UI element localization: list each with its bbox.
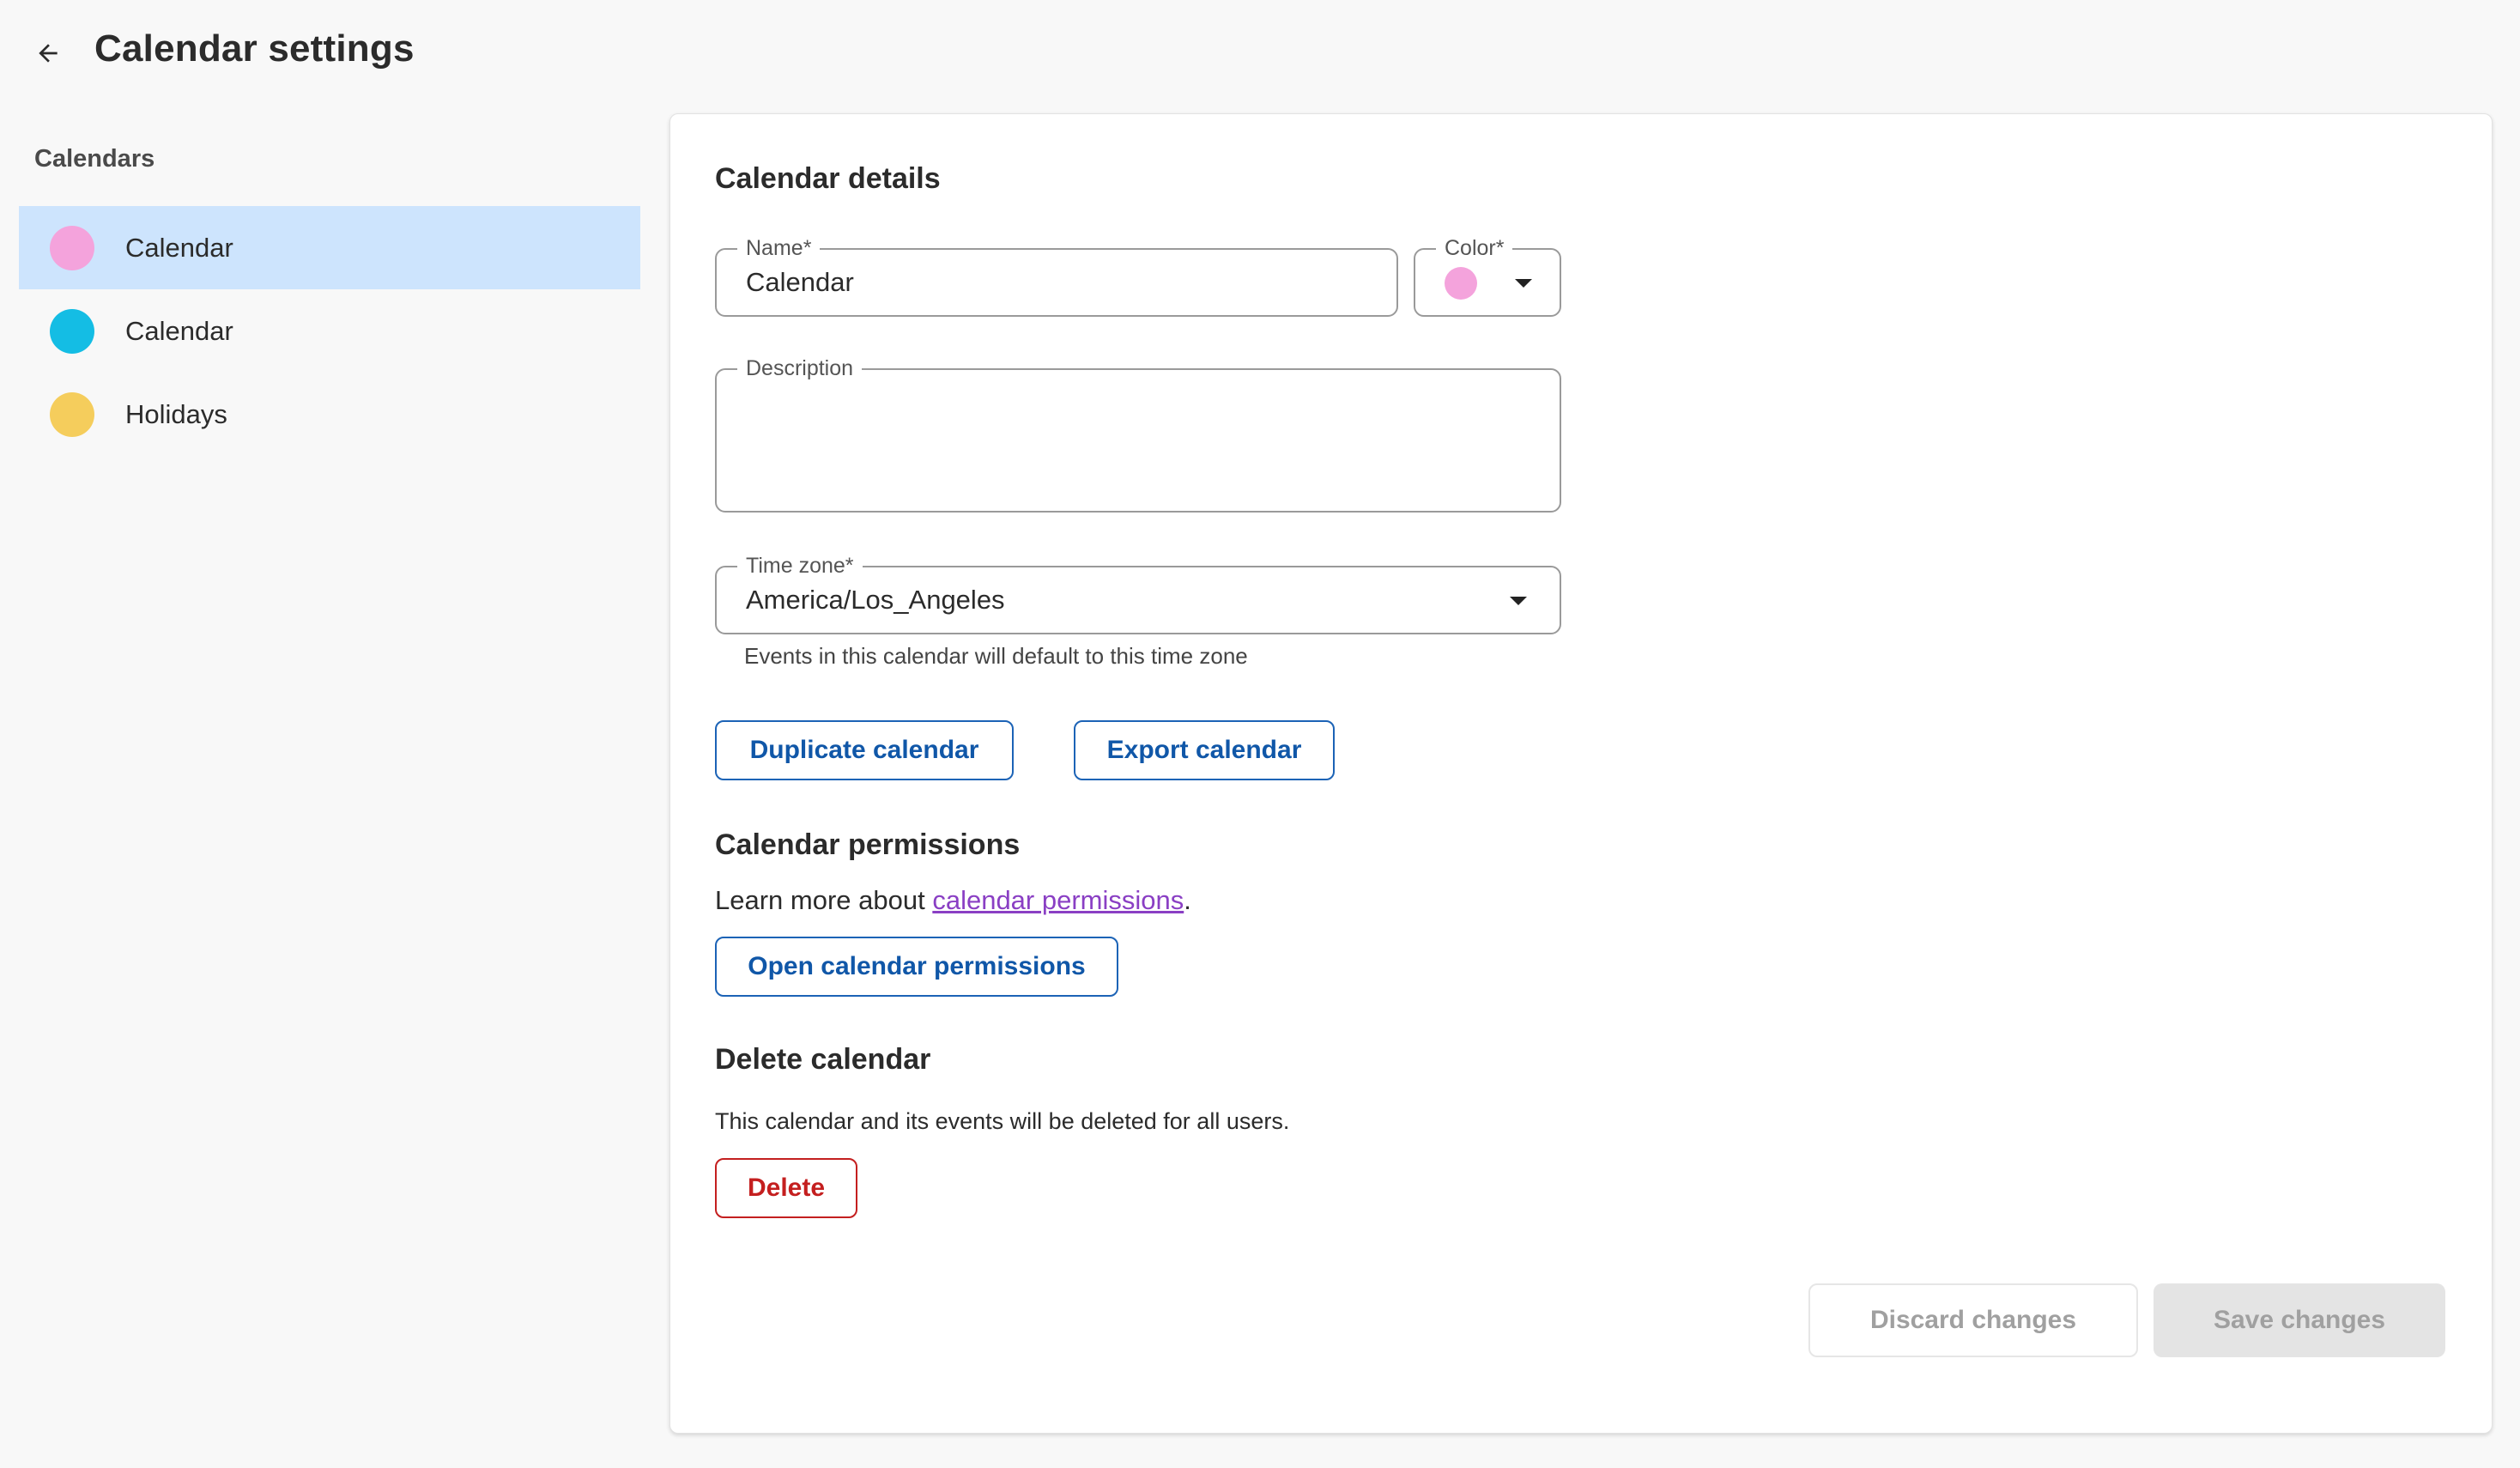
calendar-color-dot <box>50 391 94 437</box>
back-button[interactable] <box>29 34 67 72</box>
chevron-down-icon <box>1510 597 1527 605</box>
timezone-field-label: Time zone* <box>737 555 863 577</box>
calendar-list: Calendar Calendar Holidays <box>19 206 640 456</box>
calendar-color-dot <box>50 225 94 270</box>
calendar-sidebar: Calendars Calendar Calendar Holidays <box>19 137 640 456</box>
delete-button[interactable]: Delete <box>715 1158 857 1218</box>
permissions-text: Learn more about calendar permissions. <box>715 885 1191 916</box>
calendar-permissions-title: Calendar permissions <box>715 828 1021 861</box>
sidebar-item-label: Calendar <box>125 315 233 346</box>
delete-description: This calendar and its events will be del… <box>715 1108 1290 1134</box>
page-header: Calendar settings <box>0 0 2520 106</box>
delete-calendar-title: Delete calendar <box>715 1043 931 1076</box>
timezone-hint: Events in this calendar will default to … <box>744 643 1248 669</box>
name-field-value: Calendar <box>746 267 854 297</box>
color-field-label: Color* <box>1436 237 1513 259</box>
sidebar-item-label: Holidays <box>125 398 227 429</box>
calendar-permissions-link[interactable]: calendar permissions <box>932 885 1184 915</box>
duplicate-calendar-button[interactable]: Duplicate calendar <box>715 720 1014 780</box>
settings-panel: Calendar details Name* Calendar Color* D… <box>669 113 2493 1434</box>
permissions-text-prefix: Learn more about <box>715 885 933 915</box>
color-select[interactable]: Color* <box>1414 237 1561 317</box>
permissions-text-suffix: . <box>1184 885 1191 915</box>
discard-changes-button[interactable]: Discard changes <box>1808 1283 2138 1357</box>
sidebar-item-holidays[interactable]: Holidays <box>19 373 640 456</box>
description-field-label: Description <box>737 357 863 379</box>
sidebar-item-calendar-1[interactable]: Calendar <box>19 206 640 289</box>
calendar-color-dot <box>50 308 94 354</box>
sidebar-item-label: Calendar <box>125 232 233 263</box>
timezone-select[interactable]: Time zone* America/Los_Angeles <box>715 555 1561 634</box>
color-swatch <box>1445 267 1477 300</box>
sidebar-heading: Calendars <box>34 145 155 173</box>
export-calendar-button[interactable]: Export calendar <box>1074 720 1335 780</box>
page-title: Calendar settings <box>94 27 415 70</box>
chevron-down-icon <box>1515 279 1532 288</box>
save-changes-button[interactable]: Save changes <box>2154 1283 2445 1357</box>
calendar-details-title: Calendar details <box>715 162 941 195</box>
name-field-label: Name* <box>737 237 821 259</box>
name-field[interactable]: Name* Calendar <box>715 237 1398 317</box>
timezone-value: America/Los_Angeles <box>746 585 1005 615</box>
sidebar-item-calendar-2[interactable]: Calendar <box>19 289 640 373</box>
description-field[interactable]: Description <box>715 357 1561 513</box>
arrow-left-icon <box>39 44 58 63</box>
open-calendar-permissions-button[interactable]: Open calendar permissions <box>715 937 1118 997</box>
